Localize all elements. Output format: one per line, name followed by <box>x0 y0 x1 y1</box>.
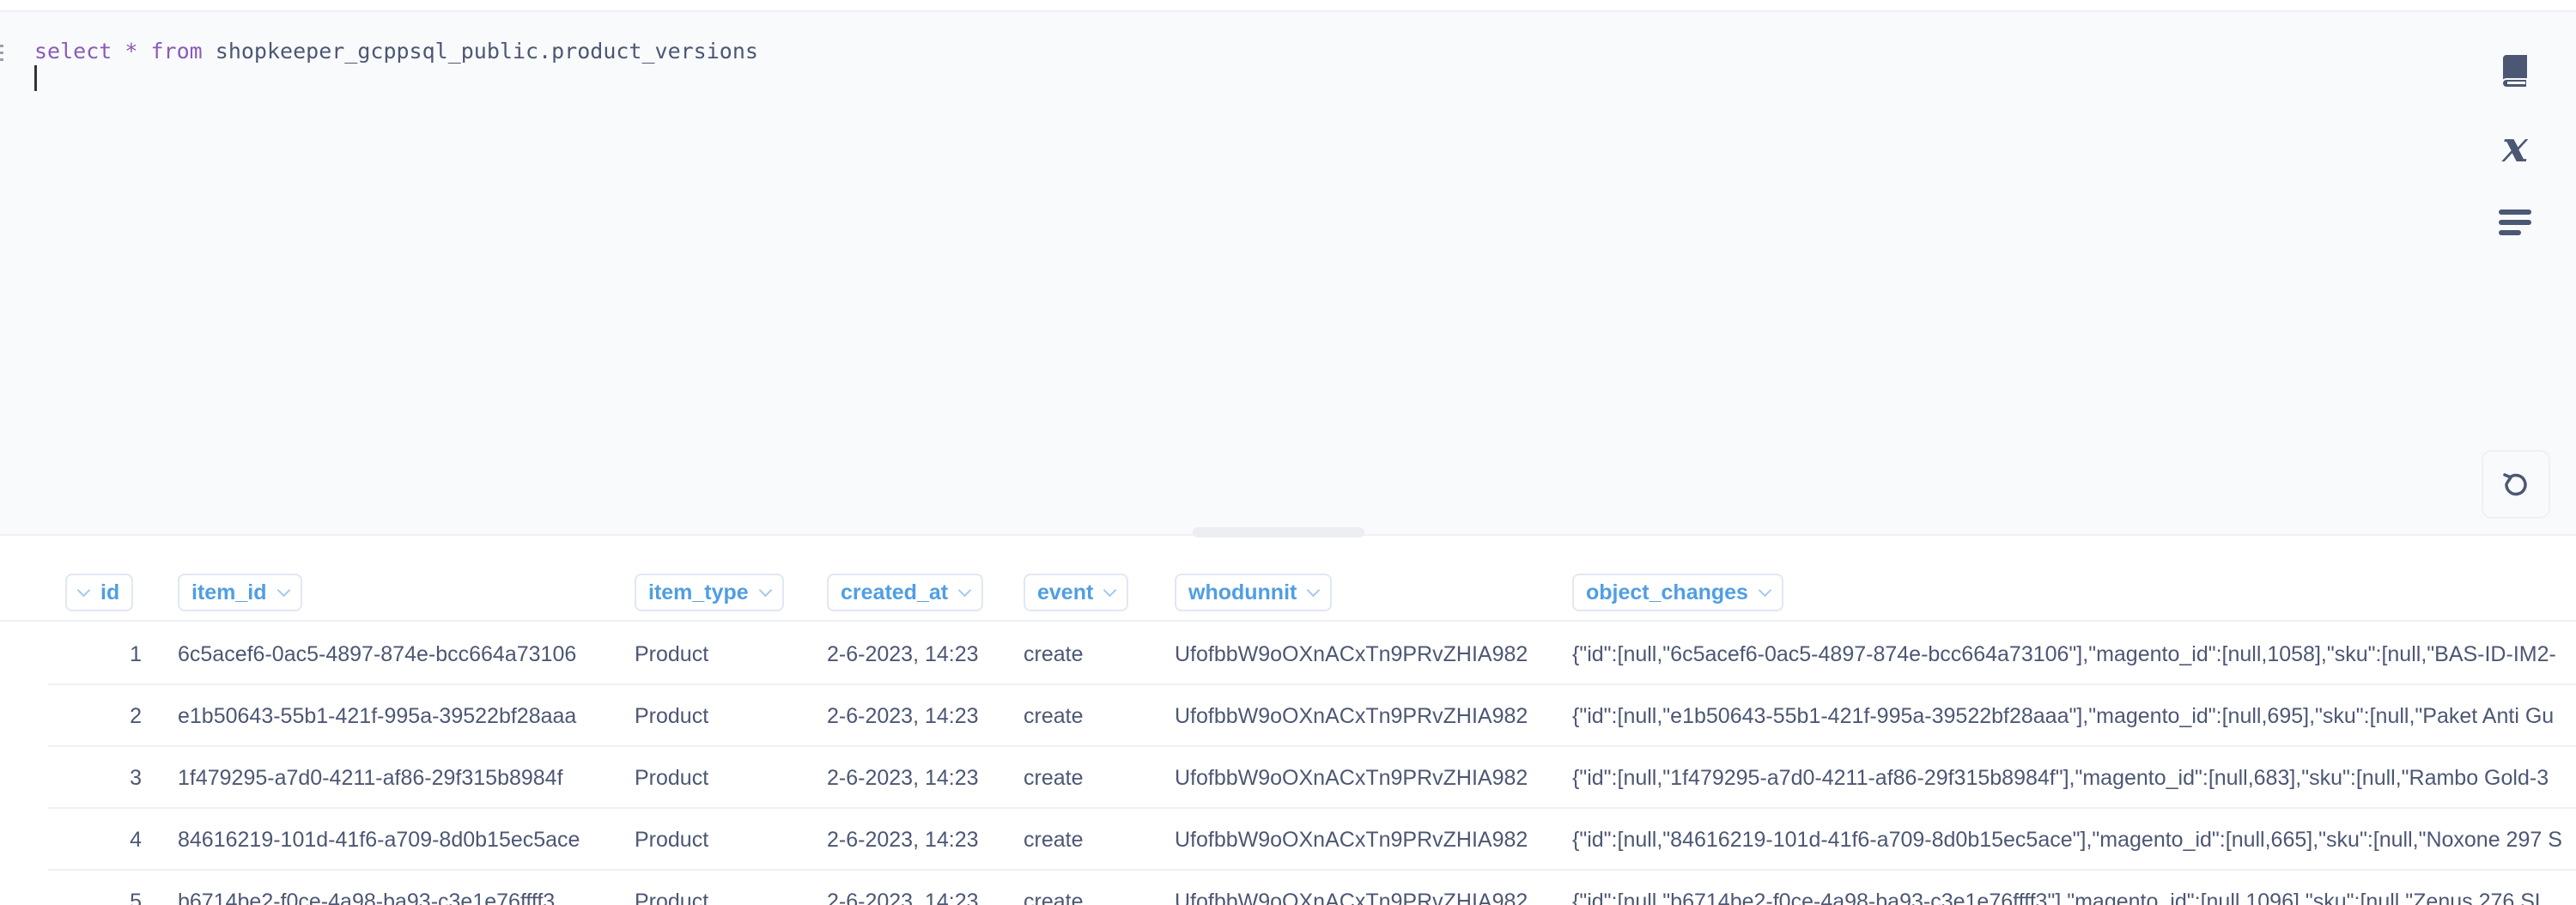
cell-item-type: Product <box>635 766 709 790</box>
column-header-object-changes[interactable]: object_changes <box>1572 574 1783 611</box>
table-row[interactable]: 3 1f479295-a7d0-4211-af86-29f315b8984f P… <box>0 747 2576 809</box>
book-icon <box>2501 55 2528 88</box>
cell-item-id: e1b50643-55b1-421f-995a-39522bf28aaa <box>178 704 577 728</box>
sql-query-line[interactable]: select * from shopkeeper_gcppsql_public.… <box>34 26 758 77</box>
cell-event: create <box>1024 704 1084 728</box>
cell-whodunnit: UfofbbW9oOXnACxTn9PRvZHIA982 <box>1175 890 1528 905</box>
results-table: id item_id item_type created_at event wh… <box>0 567 2576 905</box>
cell-object-changes: {"id":[null,"6c5acef6-0ac5-4897-874e-bcc… <box>1572 642 2556 666</box>
run-query-button[interactable] <box>2482 450 2550 519</box>
data-reference-button[interactable] <box>2490 46 2540 96</box>
resize-handle[interactable] <box>1193 527 1364 538</box>
chevron-down-icon <box>76 583 91 597</box>
cell-item-id: 1f479295-a7d0-4211-af86-29f315b8984f <box>178 766 563 790</box>
variables-button[interactable]: 𝒙 <box>2490 122 2540 172</box>
chevron-down-icon <box>1758 583 1772 597</box>
column-header-item-id[interactable]: item_id <box>178 574 302 611</box>
cell-object-changes: {"id":[null,"1f479295-a7d0-4211-af86-29f… <box>1572 766 2549 790</box>
table-row[interactable]: 5 b6714be2-f0ce-4a98-ba93-c3e1e76ffff3 P… <box>0 871 2576 905</box>
table-row[interactable]: 4 84616219-101d-41f6-a709-8d0b15ec5ace P… <box>0 809 2576 871</box>
column-header-created-at[interactable]: created_at <box>827 574 984 611</box>
column-header-whodunnit[interactable]: whodunnit <box>1175 574 1333 611</box>
column-header-id[interactable]: id <box>65 574 134 611</box>
cell-object-changes: {"id":[null,"b6714be2-f0ce-4a98-ba93-c3e… <box>1572 890 2547 905</box>
cell-item-type: Product <box>635 890 709 905</box>
cell-id: 5 <box>130 890 142 905</box>
sql-star: * <box>125 39 138 64</box>
top-strip <box>0 0 2576 12</box>
cell-whodunnit: UfofbbW9oOXnACxTn9PRvZHIA982 <box>1175 704 1528 728</box>
cell-whodunnit: UfofbbW9oOXnACxTn9PRvZHIA982 <box>1175 642 1528 666</box>
refresh-icon <box>2503 473 2527 496</box>
sql-keyword-from: from <box>150 39 203 64</box>
cell-event: create <box>1024 828 1084 852</box>
cell-id: 1 <box>130 642 142 666</box>
column-header-event[interactable]: event <box>1024 574 1129 611</box>
snippets-button[interactable] <box>2490 197 2540 247</box>
cell-item-id: 84616219-101d-41f6-a709-8d0b15ec5ace <box>178 828 580 852</box>
chevron-down-icon <box>957 583 972 597</box>
chevron-down-icon <box>1103 583 1117 597</box>
sql-keyword-select: select <box>34 39 112 64</box>
cell-created-at: 2-6-2023, 14:23 <box>827 766 979 790</box>
cell-event: create <box>1024 766 1084 790</box>
sql-table-ref: shopkeeper_gcppsql_public.product_versio… <box>215 39 758 64</box>
table-header: id item_id item_type created_at event wh… <box>0 567 2576 622</box>
table-row[interactable]: 1 6c5acef6-0ac5-4897-874e-bcc664a73106 P… <box>0 623 2576 685</box>
cell-item-type: Product <box>635 828 709 852</box>
chevron-down-icon <box>276 583 290 597</box>
snippet-lines-icon <box>2499 210 2531 235</box>
cell-created-at: 2-6-2023, 14:23 <box>827 704 979 728</box>
table-row[interactable]: 2 e1b50643-55b1-421f-995a-39522bf28aaa P… <box>0 685 2576 747</box>
cell-id: 4 <box>130 828 142 852</box>
cell-created-at: 2-6-2023, 14:23 <box>827 642 979 666</box>
cell-id: 2 <box>130 704 142 728</box>
cell-item-id: b6714be2-f0ce-4a98-ba93-c3e1e76ffff3 <box>178 890 556 905</box>
text-cursor <box>34 65 37 91</box>
variable-x-icon: 𝒙 <box>2502 121 2528 172</box>
cell-item-type: Product <box>635 642 709 666</box>
cell-object-changes: {"id":[null,"e1b50643-55b1-421f-995a-395… <box>1572 704 2555 728</box>
chevron-down-icon <box>758 583 772 597</box>
cell-event: create <box>1024 890 1084 905</box>
cell-created-at: 2-6-2023, 14:23 <box>827 890 979 905</box>
cell-whodunnit: UfofbbW9oOXnACxTn9PRvZHIA982 <box>1175 766 1528 790</box>
cell-item-id: 6c5acef6-0ac5-4897-874e-bcc664a73106 <box>178 642 577 666</box>
cell-created-at: 2-6-2023, 14:23 <box>827 828 979 852</box>
sql-editor[interactable]: select * from shopkeeper_gcppsql_public.… <box>0 12 2576 534</box>
editor-sidebar-tools: 𝒙 <box>2490 46 2540 273</box>
chevron-down-icon <box>1307 583 1321 597</box>
cell-object-changes: {"id":[null,"84616219-101d-41f6-a709-8d0… <box>1572 828 2562 852</box>
cell-whodunnit: UfofbbW9oOXnACxTn9PRvZHIA982 <box>1175 828 1528 852</box>
cell-id: 3 <box>130 766 142 790</box>
column-header-item-type[interactable]: item_type <box>635 574 784 611</box>
cell-item-type: Product <box>635 704 709 728</box>
editor-gutter-marker <box>0 45 5 96</box>
cell-event: create <box>1024 642 1084 666</box>
